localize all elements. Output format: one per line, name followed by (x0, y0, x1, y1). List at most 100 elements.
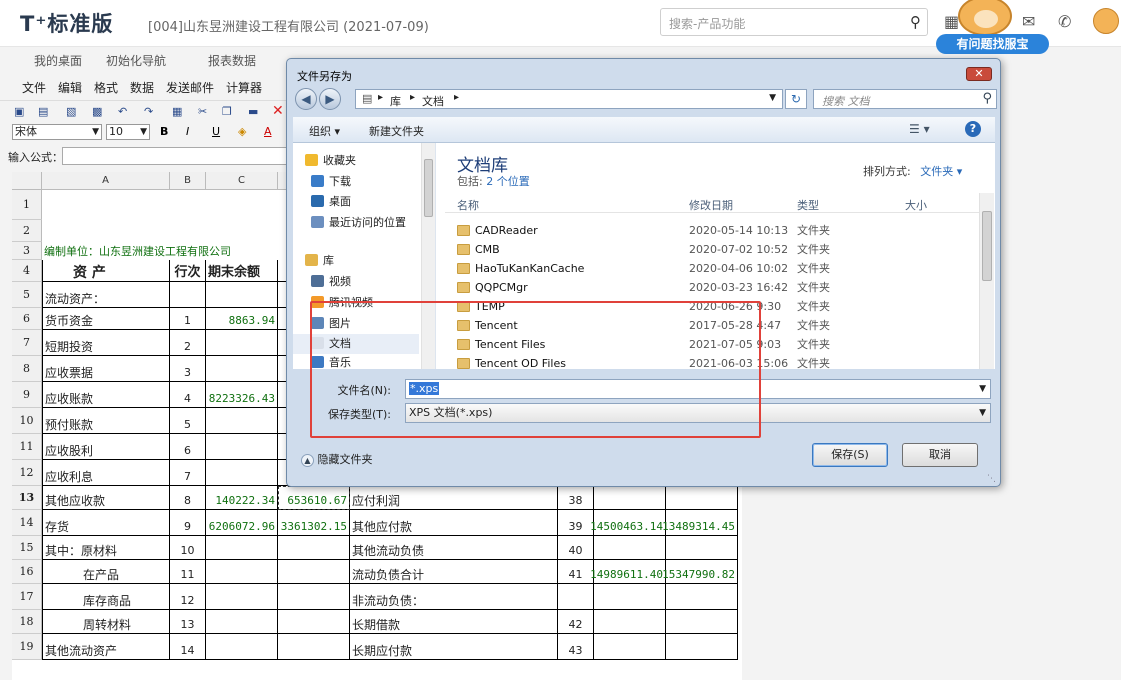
nav-item[interactable]: 桌面 (293, 192, 419, 212)
sheet-cell-c[interactable] (206, 282, 278, 308)
sheet-cell-g[interactable] (594, 610, 666, 634)
sheet-cell-f[interactable]: 41 (558, 560, 594, 584)
sheet-cell-a[interactable]: 其他应收款 (42, 486, 170, 510)
sheet-cell-e[interactable]: 长期借款 (350, 610, 558, 634)
sheet-cell-c[interactable]: 期末余额 (206, 260, 278, 282)
forward-button[interactable]: ▶ (319, 88, 341, 110)
sheet-cell-a[interactable]: 在产品 (42, 560, 170, 584)
row-header[interactable]: 17 (12, 584, 42, 610)
sheet-cell-f[interactable] (558, 584, 594, 610)
col-type[interactable]: 类型 (797, 197, 819, 213)
sheet-cell-b[interactable] (170, 282, 206, 308)
underline-icon[interactable]: U (212, 125, 220, 138)
sheet-cell-a[interactable]: 预付账款 (42, 408, 170, 434)
save-icon[interactable]: ▣ (14, 105, 24, 118)
sheet-cell-c[interactable] (206, 356, 278, 382)
sheet-cell-g[interactable]: 14500463.14 (590, 510, 666, 536)
row-header[interactable]: 12 (12, 460, 42, 486)
tab-init-guide[interactable]: 初始化导航 (106, 52, 166, 69)
sheet-cell-g[interactable] (594, 584, 666, 610)
breadcrumb-documents[interactable]: 文档 (422, 93, 444, 109)
sheet-cell-c[interactable] (206, 330, 278, 356)
bold-icon[interactable]: B (160, 125, 168, 138)
sheet-cell-e[interactable]: 非流动负债： (350, 584, 558, 610)
phone-icon[interactable]: ✆ (1058, 12, 1071, 31)
sheet-cell-a[interactable]: 应收股利 (42, 434, 170, 460)
sheet-cell-f[interactable]: 40 (558, 536, 594, 560)
row-header[interactable]: 1 (12, 190, 42, 220)
message-icon[interactable]: ✉ (1022, 12, 1035, 31)
menu-file[interactable]: 文件 (22, 79, 46, 96)
search-icon[interactable]: ⚲ (982, 91, 992, 106)
col-size[interactable]: 大小 (905, 197, 927, 213)
row-header[interactable]: 8 (12, 356, 42, 382)
sheet-cell-a[interactable]: 存货 (42, 510, 170, 536)
cancel-button[interactable]: 取消 (902, 443, 978, 467)
sheet-cell-f[interactable]: 39 (558, 510, 594, 536)
sheet-cell-c[interactable] (206, 242, 278, 260)
sheet-cell-a[interactable] (42, 220, 170, 242)
save-button[interactable]: 保存(S) (812, 443, 888, 467)
row-header[interactable]: 19 (12, 634, 42, 660)
redo-icon[interactable]: ↷ (144, 105, 153, 118)
sheet-cell-b[interactable]: 9 (170, 510, 206, 536)
sheet-cell-d[interactable] (278, 584, 350, 610)
calculator-icon[interactable]: ▦ (944, 12, 959, 31)
sheet-cell-a[interactable]: 货币资金 (42, 308, 170, 330)
sheet-cell-e[interactable]: 应付利润 (350, 486, 558, 510)
sheet-cell-a[interactable]: 编制单位：山东昱洲建设工程有限公司 (42, 242, 231, 260)
font-family-select[interactable]: 宋体 ▼ (12, 124, 102, 140)
row-header[interactable]: 5 (12, 282, 42, 308)
breadcrumb-library[interactable]: 库 (390, 93, 401, 109)
corner-cell[interactable] (12, 172, 42, 190)
search-icon[interactable]: ⚲ (910, 13, 921, 31)
sheet-cell-c[interactable] (206, 584, 278, 610)
sheet-cell-b[interactable]: 7 (170, 460, 206, 486)
tab-desktop[interactable]: 我的桌面 (34, 52, 82, 69)
tab-report-data[interactable]: 报表数据 (208, 52, 256, 69)
sheet-cell-e[interactable]: 其他应付款 (350, 510, 558, 536)
font-size-select[interactable]: 10 ▼ (106, 124, 150, 140)
sheet-cell-c[interactable]: 140222.34 (206, 486, 278, 510)
menu-edit[interactable]: 编辑 (58, 79, 82, 96)
sheet-cell-a[interactable]: 应收票据 (42, 356, 170, 382)
sheet-cell-c[interactable] (206, 634, 278, 660)
resize-grip-icon[interactable]: ⋱ (987, 474, 996, 484)
nav-item[interactable]: 视频 (293, 272, 419, 292)
sheet-cell-d[interactable]: 3361302.15 (278, 510, 350, 536)
row-header[interactable]: 14 (12, 510, 42, 536)
sheet-cell-c[interactable]: 6206072.96 (206, 510, 278, 536)
menu-calculator[interactable]: 计算器 (226, 79, 262, 96)
folder-search-input[interactable]: 搜索 文档 ⚲ (813, 89, 997, 109)
print-icon[interactable]: ▩ (92, 105, 102, 118)
menu-data[interactable]: 数据 (130, 79, 154, 96)
user-avatar[interactable] (1093, 8, 1119, 34)
formula-input[interactable] (62, 147, 300, 165)
row-header[interactable]: 15 (12, 536, 42, 560)
col-header-b[interactable]: B (170, 172, 206, 190)
sheet-cell-b[interactable]: 5 (170, 408, 206, 434)
sheet-cell-a[interactable]: 流动资产： (42, 282, 170, 308)
sheet-cell-f[interactable]: 42 (558, 610, 594, 634)
row-header[interactable]: 6 (12, 308, 42, 330)
sheet-cell-h[interactable]: 15347990.82 (662, 560, 738, 584)
view-icon[interactable]: ☰ ▾ (909, 122, 930, 136)
refresh-button[interactable]: ↻ (785, 89, 807, 109)
sheet-cell-g[interactable] (594, 634, 666, 660)
row-header[interactable]: 13 (12, 486, 42, 510)
grid-icon[interactable]: ▦ (172, 105, 182, 118)
sheet-cell-f[interactable]: 38 (558, 486, 594, 510)
row-header[interactable]: 3 (12, 242, 42, 260)
sheet-cell-h[interactable] (666, 486, 738, 510)
sheet-cell-d[interactable] (278, 610, 350, 634)
sheet-cell-b[interactable] (170, 220, 206, 242)
sort-dropdown[interactable]: 文件夹 ▾ (920, 165, 962, 178)
sheet-cell-h[interactable]: 13489314.45 (662, 510, 738, 536)
sheet-cell-c[interactable] (206, 560, 278, 584)
sheet-cell-b[interactable]: 4 (170, 382, 206, 408)
file-row[interactable]: CADReader 2020-05-14 10:13 文件夹 (445, 221, 979, 240)
sheet-cell-c[interactable]: 8223326.43 (206, 382, 278, 408)
file-row[interactable]: QQPCMgr 2020-03-23 16:42 文件夹 (445, 278, 979, 297)
file-scroll-thumb[interactable] (982, 211, 992, 281)
sheet-cell-e[interactable]: 长期应付款 (350, 634, 558, 660)
